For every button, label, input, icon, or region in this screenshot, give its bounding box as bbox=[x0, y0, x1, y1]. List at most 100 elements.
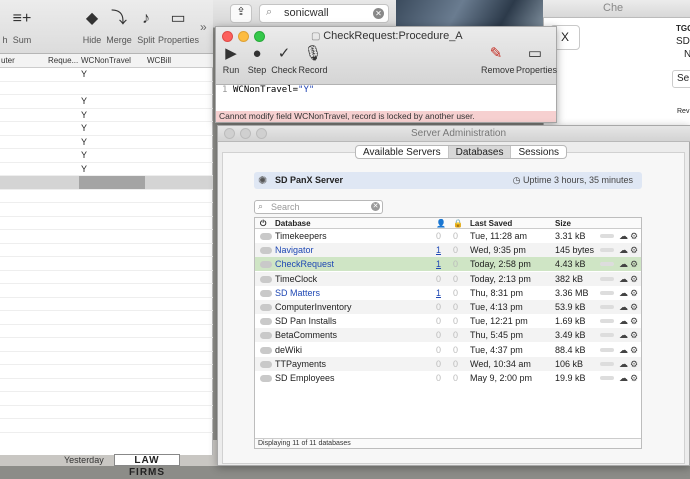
table-row[interactable]: TimeClock 0 0 Today, 2:13 pm 382 kB ☁ ⚙ bbox=[255, 271, 641, 286]
gear-icon[interactable]: ⚙ bbox=[630, 288, 638, 299]
database-toggle[interactable] bbox=[260, 346, 272, 354]
database-toggle[interactable] bbox=[260, 332, 272, 340]
cloud-download-icon[interactable]: ☁ bbox=[619, 316, 628, 327]
database-toggle[interactable] bbox=[260, 261, 272, 269]
database-toggle[interactable] bbox=[260, 375, 272, 382]
right-window-titlebar[interactable]: Che bbox=[543, 0, 690, 18]
table-row[interactable]: CheckRequest 1 0 Today, 2:58 pm 4.43 kB ☁ ⚙ bbox=[255, 257, 641, 272]
table-row[interactable] bbox=[0, 392, 213, 406]
toolbar-item-h[interactable]: h bbox=[0, 6, 10, 45]
database-name[interactable]: CheckRequest bbox=[275, 259, 334, 269]
table-row[interactable]: Y bbox=[0, 95, 213, 109]
gear-icon[interactable]: ⚙ bbox=[630, 245, 638, 256]
toolbar-item-hide[interactable]: ◆ Hide bbox=[80, 6, 104, 45]
toolbar-item-merge[interactable]: ⤵ Merge bbox=[106, 6, 132, 45]
toolbar-item-split[interactable]: ♪ Split bbox=[134, 6, 158, 45]
cell-value[interactable]: Y bbox=[81, 110, 87, 120]
database-name[interactable]: Navigator bbox=[275, 245, 314, 255]
table-row[interactable] bbox=[0, 298, 213, 311]
table-row[interactable]: SD Pan Installs 0 0 Tue, 12:21 pm 1.69 kB ☁ ⚙ bbox=[255, 314, 641, 328]
database-toggle[interactable] bbox=[260, 289, 272, 297]
table-row[interactable]: SD Matters 1 0 Thu, 8:31 pm 3.36 MB ☁ ⚙ bbox=[255, 286, 641, 300]
table-row[interactable]: Y bbox=[0, 149, 213, 163]
cloud-download-icon[interactable]: ☁ bbox=[619, 245, 628, 256]
table-row[interactable] bbox=[0, 82, 213, 95]
size-column-header[interactable]: Size bbox=[555, 219, 571, 228]
cell-value[interactable]: Y bbox=[81, 137, 87, 147]
tab-available-servers[interactable]: Available Servers bbox=[356, 146, 449, 158]
gear-icon[interactable]: ⚙ bbox=[630, 274, 638, 285]
database-toggle[interactable] bbox=[260, 233, 272, 240]
share-button[interactable]: ⇪ bbox=[230, 4, 252, 23]
table-row[interactable]: Timekeepers 0 0 Tue, 11:28 am 3.31 kB ☁ ⚙ bbox=[255, 229, 641, 243]
database-toggle[interactable] bbox=[260, 247, 272, 255]
search-input[interactable]: ⌕ Search ✕ bbox=[254, 200, 383, 214]
remove-button[interactable]: ✎ Remove bbox=[481, 43, 515, 75]
toolbar-overflow-icon[interactable]: » bbox=[200, 20, 207, 34]
cell-value[interactable]: Y bbox=[81, 150, 87, 160]
table-row[interactable] bbox=[0, 365, 213, 379]
gear-icon[interactable]: ⚙ bbox=[630, 316, 638, 327]
table-row[interactable] bbox=[0, 203, 213, 217]
table-row[interactable]: Y bbox=[0, 136, 213, 149]
database-toggle[interactable] bbox=[260, 275, 272, 283]
table-row[interactable] bbox=[0, 311, 213, 325]
table-row[interactable] bbox=[0, 257, 213, 271]
table-row[interactable] bbox=[0, 352, 213, 365]
minimize-window-button[interactable] bbox=[240, 128, 251, 139]
check-button[interactable]: ✓ Check bbox=[271, 43, 297, 75]
zoom-window-button[interactable] bbox=[256, 128, 267, 139]
table-row[interactable]: TTPayments 0 0 Wed, 10:34 am 106 kB ☁ ⚙ bbox=[255, 356, 641, 371]
tab-sessions[interactable]: Sessions bbox=[511, 146, 566, 158]
run-button[interactable]: ▶ Run bbox=[220, 43, 242, 75]
tab-databases[interactable]: Databases bbox=[448, 146, 512, 158]
table-row[interactable]: Y bbox=[0, 122, 213, 136]
gear-icon[interactable]: ⚙ bbox=[630, 259, 638, 270]
user-count[interactable]: 1 bbox=[436, 245, 441, 255]
cloud-download-icon[interactable]: ☁ bbox=[619, 274, 628, 285]
cloud-download-icon[interactable]: ☁ bbox=[619, 330, 628, 341]
zoom-window-button[interactable] bbox=[254, 31, 265, 42]
table-row[interactable]: Y bbox=[0, 109, 213, 122]
cell-value[interactable]: Y bbox=[81, 164, 87, 174]
right-button[interactable]: Se bbox=[672, 70, 690, 88]
table-row[interactable] bbox=[0, 217, 213, 230]
table-row[interactable]: Navigator 1 0 Wed, 9:35 pm 145 bytes ☁ ⚙ bbox=[255, 243, 641, 258]
clear-search-icon[interactable]: ✕ bbox=[371, 202, 380, 211]
cell-value[interactable]: Y bbox=[81, 69, 87, 79]
table-row[interactable]: Y bbox=[0, 163, 213, 176]
cloud-download-icon[interactable]: ☁ bbox=[619, 359, 628, 370]
user-count[interactable]: 1 bbox=[436, 259, 441, 269]
properties-button[interactable]: ▭ Properties bbox=[516, 43, 557, 75]
table-row[interactable] bbox=[0, 406, 213, 419]
database-toggle[interactable] bbox=[260, 360, 272, 368]
gear-icon[interactable]: ⚙ bbox=[630, 302, 638, 313]
database-toggle[interactable] bbox=[260, 318, 272, 326]
url-field[interactable]: ⌕ sonicwall ✕ bbox=[259, 4, 389, 23]
table-row[interactable]: Y bbox=[0, 68, 213, 82]
step-button[interactable]: ● Step bbox=[246, 43, 268, 75]
clear-url-icon[interactable]: ✕ bbox=[373, 8, 384, 19]
table-row[interactable] bbox=[0, 338, 213, 352]
column-header[interactable]: uter bbox=[1, 56, 15, 65]
table-row[interactable]: ComputerInventory 0 0 Tue, 4:13 pm 53.9 kB ☁ ⚙ bbox=[255, 300, 641, 314]
table-row[interactable]: SD Employees 0 0 May 9, 2:00 pm 19.9 kB ☁ ⚙ bbox=[255, 371, 641, 385]
table-row[interactable] bbox=[0, 271, 213, 284]
selected-cell[interactable] bbox=[79, 176, 145, 189]
close-window-button[interactable] bbox=[222, 31, 233, 42]
database-toggle[interactable] bbox=[260, 304, 272, 311]
cloud-download-icon[interactable]: ☁ bbox=[619, 345, 628, 356]
minimize-window-button[interactable] bbox=[238, 31, 249, 42]
cell-value[interactable]: Y bbox=[81, 96, 87, 106]
table-row[interactable] bbox=[0, 419, 213, 433]
table-row[interactable] bbox=[0, 190, 213, 203]
table-row[interactable] bbox=[0, 325, 213, 338]
code-editor[interactable]: 1 WCNonTravel="Y" bbox=[216, 85, 556, 111]
column-header[interactable]: WCBill bbox=[147, 56, 171, 65]
cloud-download-icon[interactable]: ☁ bbox=[619, 288, 628, 299]
gear-icon[interactable]: ⚙ bbox=[630, 330, 638, 341]
table-row[interactable] bbox=[0, 379, 213, 392]
table-row[interactable] bbox=[0, 230, 213, 244]
table-row[interactable]: deWiki 0 0 Tue, 4:37 pm 88.4 kB ☁ ⚙ bbox=[255, 343, 641, 357]
table-row[interactable] bbox=[0, 244, 213, 257]
